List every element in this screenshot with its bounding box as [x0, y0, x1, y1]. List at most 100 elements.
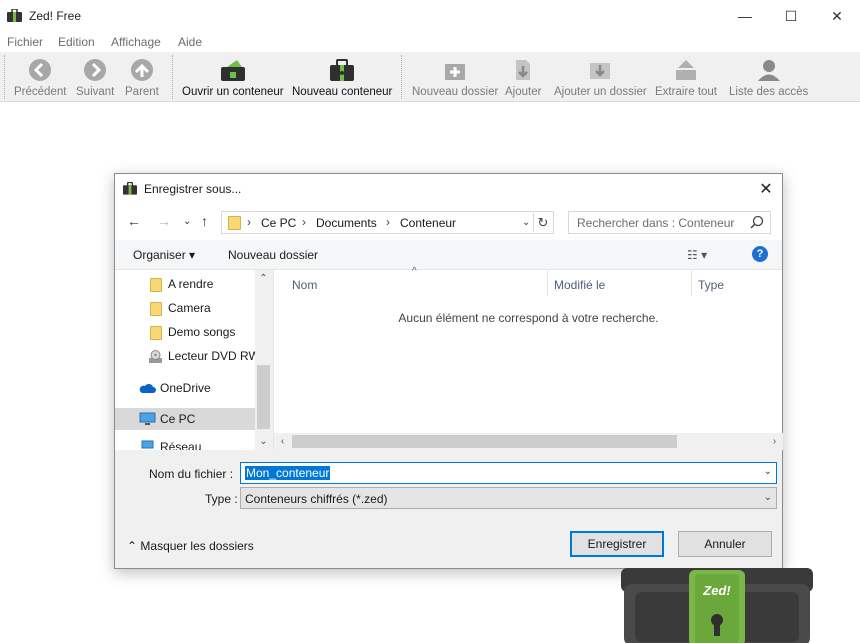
zed-app-icon: [7, 9, 22, 22]
back-arrow-icon[interactable]: ←: [127, 213, 141, 229]
chevron-up-icon: ⌃: [127, 539, 138, 553]
network-icon: [141, 440, 154, 449]
file-list: ^ Nom Modifié le Type Aucun élément ne c…: [273, 266, 783, 450]
folder-icon: [150, 278, 162, 292]
save-button[interactable]: Enregistrer: [570, 531, 664, 557]
tree-item-reseau[interactable]: Réseau: [115, 436, 255, 450]
zed-app-icon: [123, 182, 137, 195]
add-button[interactable]: Ajouter: [505, 56, 541, 98]
scroll-left-icon[interactable]: ‹: [274, 433, 291, 450]
filetype-select[interactable]: Conteneurs chiffrés (*.zed) ⌄: [240, 487, 777, 509]
address-bar[interactable]: › Ce PC › Documents › Conteneur ⌄ ↻: [221, 211, 554, 234]
folder-icon: [150, 326, 162, 340]
dialog-close-button[interactable]: ✕: [754, 178, 778, 200]
user-icon: [755, 56, 783, 84]
parent-button[interactable]: Parent: [125, 56, 159, 98]
tree-item-camera[interactable]: Camera: [115, 297, 255, 319]
app-title: Zed! Free: [29, 9, 82, 23]
address-dropdown-icon[interactable]: ⌄: [522, 217, 530, 228]
navigation-bar: ← → ⌄ ↑ › Ce PC › Documents › Conteneur …: [115, 204, 782, 240]
folder-icon: [150, 302, 162, 316]
open-container-icon: [219, 56, 247, 84]
menu-edition[interactable]: Edition: [58, 35, 95, 49]
maximize-button[interactable]: ☐: [768, 0, 814, 32]
title-bar: Zed! Free — ☐ ✕: [0, 0, 860, 32]
chevron-down-icon[interactable]: ⌄: [764, 492, 772, 503]
filename-label: Nom du fichier :: [149, 467, 234, 481]
up-arrow-icon: [128, 56, 156, 84]
breadcrumb-ce-pc[interactable]: Ce PC: [261, 216, 296, 230]
help-icon[interactable]: ?: [752, 246, 768, 262]
menu-affichage[interactable]: Affichage: [111, 35, 161, 49]
filename-field[interactable]: Mon_conteneur ⌄: [240, 462, 777, 484]
file-list-scrollbar[interactable]: ‹ ›: [274, 433, 783, 450]
search-input[interactable]: [569, 212, 749, 233]
tree-item-a-rendre[interactable]: A rendre: [115, 273, 255, 295]
filetype-label: Type :: [205, 492, 238, 506]
hide-folders-toggle[interactable]: ⌃ Masquer les dossiers: [127, 539, 254, 553]
access-list-button[interactable]: Liste des accès: [729, 56, 808, 98]
add-folder-button[interactable]: Ajouter un dossier: [554, 56, 647, 98]
view-options-icon[interactable]: ☷ ▾: [687, 248, 707, 262]
folder-icon: [228, 216, 241, 230]
add-folder-icon: [586, 56, 614, 84]
organize-menu[interactable]: Organiser ▾: [133, 248, 195, 262]
refresh-icon[interactable]: ↻: [533, 213, 552, 232]
chevron-down-icon[interactable]: ⌄: [764, 466, 772, 477]
filetype-value: Conteneurs chiffrés (*.zed): [245, 492, 388, 506]
extract-all-button[interactable]: Extraire tout: [655, 56, 717, 98]
new-container-icon: [328, 56, 356, 84]
forward-arrow-icon[interactable]: →: [157, 213, 171, 229]
filename-value[interactable]: Mon_conteneur: [245, 466, 331, 480]
forward-arrow-icon: [81, 56, 109, 84]
up-arrow-icon[interactable]: ↑: [201, 213, 208, 229]
column-headers: ^ Nom Modifié le Type: [274, 266, 783, 296]
tree-item-demo-songs[interactable]: Demo songs: [115, 321, 255, 343]
scroll-thumb[interactable]: [292, 435, 677, 448]
close-button[interactable]: ✕: [814, 0, 860, 32]
cancel-button[interactable]: Annuler: [678, 531, 772, 557]
breadcrumb-documents[interactable]: Documents: [316, 216, 377, 230]
dialog-title: Enregistrer sous...: [144, 182, 242, 196]
computer-icon: [139, 412, 156, 425]
scroll-up-icon[interactable]: ⌃: [255, 270, 272, 287]
column-modified[interactable]: Modifié le: [554, 278, 605, 292]
recent-locations-chevron-icon[interactable]: ⌄: [183, 216, 191, 227]
add-file-icon: [509, 56, 537, 84]
column-type[interactable]: Type: [698, 278, 724, 292]
new-folder-button[interactable]: Nouveau dossier: [412, 56, 498, 98]
save-as-dialog: Enregistrer sous... ✕ ← → ⌄ ↑ › Ce PC › …: [114, 173, 783, 569]
search-icon[interactable]: [750, 215, 764, 229]
tree-item-dvd-drive[interactable]: Lecteur DVD RW: [115, 345, 260, 367]
open-container-button[interactable]: Ouvrir un conteneur: [182, 56, 284, 98]
search-box[interactable]: [568, 211, 771, 234]
zed-logo: Zed!: [621, 568, 813, 643]
cloud-icon: [139, 383, 156, 393]
menu-fichier[interactable]: Fichier: [7, 35, 43, 49]
tree-item-ce-pc[interactable]: Ce PC: [115, 408, 255, 430]
toolbar: Précédent Suivant Parent Ouvrir un conte…: [0, 52, 860, 102]
scroll-down-icon[interactable]: ⌄: [255, 433, 272, 450]
tree-item-onedrive[interactable]: OneDrive: [115, 377, 255, 399]
back-button[interactable]: Précédent: [14, 56, 66, 98]
minimize-button[interactable]: —: [722, 0, 768, 32]
menu-bar: Fichier Edition Affichage Aide: [0, 32, 860, 52]
back-arrow-icon: [26, 56, 54, 84]
new-container-button[interactable]: Nouveau conteneur: [292, 56, 392, 98]
column-name[interactable]: Nom: [292, 278, 317, 292]
command-bar: Organiser ▾ Nouveau dossier ☷ ▾ ?: [115, 240, 782, 270]
empty-message: Aucun élément ne correspond à votre rech…: [398, 311, 659, 325]
new-folder-button[interactable]: Nouveau dossier: [228, 248, 318, 262]
extract-icon: [672, 56, 700, 84]
scroll-right-icon[interactable]: ›: [766, 433, 783, 450]
dialog-title-bar: Enregistrer sous... ✕: [115, 174, 782, 204]
tree-scrollbar[interactable]: ⌃ ⌄: [255, 270, 272, 450]
sort-up-icon: ^: [412, 266, 417, 277]
breadcrumb-conteneur[interactable]: Conteneur: [400, 216, 456, 230]
dvd-drive-icon: [149, 350, 162, 363]
menu-aide[interactable]: Aide: [178, 35, 202, 49]
forward-button[interactable]: Suivant: [76, 56, 114, 98]
new-folder-icon: [441, 56, 469, 84]
scroll-thumb[interactable]: [257, 365, 270, 429]
navigation-tree: A rendre Camera Demo songs Lecteur DVD R…: [115, 270, 272, 450]
